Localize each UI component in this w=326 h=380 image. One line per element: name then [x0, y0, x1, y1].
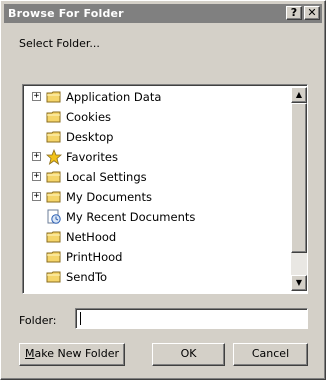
- expand-toggle[interactable]: +: [32, 92, 41, 101]
- tree-item-label: Start Menu: [66, 290, 129, 291]
- tree-item[interactable]: SendTo: [25, 267, 289, 287]
- ok-button[interactable]: OK: [152, 343, 225, 366]
- close-button[interactable]: ✕: [304, 6, 320, 20]
- tree-item[interactable]: + Favorites: [25, 147, 289, 167]
- make-new-folder-button[interactable]: Make New Folder: [19, 343, 125, 366]
- select-folder-prompt: Select Folder...: [19, 37, 100, 50]
- recent-documents-icon: [46, 209, 62, 225]
- folder-tree-list: + Application Data Cookies Desktop + Favorite…: [25, 87, 289, 291]
- tree-item[interactable]: + Local Settings: [25, 167, 289, 187]
- make-new-folder-accelerator: M: [25, 347, 35, 360]
- tree-item-label: SendTo: [66, 270, 108, 284]
- title-bar[interactable]: Browse For Folder ? ✕: [4, 4, 322, 23]
- folder-tree[interactable]: + Application Data Cookies Desktop + Favorite…: [22, 84, 308, 294]
- expand-toggle[interactable]: +: [32, 152, 41, 161]
- tree-item[interactable]: PrintHood: [25, 247, 289, 267]
- folder-icon: [46, 129, 62, 145]
- tree-item-label: My Recent Documents: [66, 210, 196, 224]
- folder-icon: [46, 109, 62, 125]
- expand-toggle[interactable]: +: [32, 192, 41, 201]
- folder-icon: [46, 269, 62, 285]
- tree-item[interactable]: Cookies: [25, 107, 289, 127]
- tree-item[interactable]: NetHood: [25, 227, 289, 247]
- tree-item-label: Local Settings: [66, 170, 147, 184]
- scroll-thumb[interactable]: [291, 103, 307, 253]
- window-title: Browse For Folder: [8, 7, 124, 20]
- favorites-star-icon: [45, 148, 63, 165]
- make-new-folder-label: ake New Folder: [34, 347, 119, 360]
- tree-item-label: NetHood: [66, 230, 117, 244]
- tree-item-label: My Documents: [66, 190, 152, 204]
- tree-item[interactable]: + My Documents: [25, 187, 289, 207]
- tree-item-label: Application Data: [66, 90, 162, 104]
- cancel-button[interactable]: Cancel: [233, 343, 308, 366]
- tree-item[interactable]: + Application Data: [25, 87, 289, 107]
- tree-item[interactable]: Desktop: [25, 127, 289, 147]
- folder-icon: [46, 229, 62, 245]
- scroll-up-button[interactable]: ▲: [291, 87, 307, 103]
- folder-field-label: Folder:: [19, 314, 57, 327]
- folder-icon: [46, 169, 62, 185]
- folder-icon: [46, 249, 62, 265]
- tree-item-label: Favorites: [66, 150, 118, 164]
- folder-icon: [46, 89, 62, 105]
- folder-input[interactable]: [75, 308, 308, 329]
- expand-toggle[interactable]: +: [32, 172, 41, 181]
- help-button[interactable]: ?: [286, 6, 302, 20]
- tree-item[interactable]: Start Menu: [25, 287, 289, 291]
- folder-icon: [46, 189, 62, 205]
- tree-item-label: Cookies: [66, 110, 112, 124]
- tree-item-label: PrintHood: [66, 250, 123, 264]
- folder-icon: [46, 289, 62, 291]
- scroll-down-button[interactable]: ▼: [291, 275, 307, 291]
- text-caret: [80, 312, 81, 325]
- tree-item[interactable]: My Recent Documents: [25, 207, 289, 227]
- tree-item-label: Desktop: [66, 130, 114, 144]
- browse-for-folder-dialog: Browse For Folder ? ✕ Select Folder... +…: [0, 0, 326, 380]
- vertical-scrollbar[interactable]: ▲ ▼: [291, 87, 307, 291]
